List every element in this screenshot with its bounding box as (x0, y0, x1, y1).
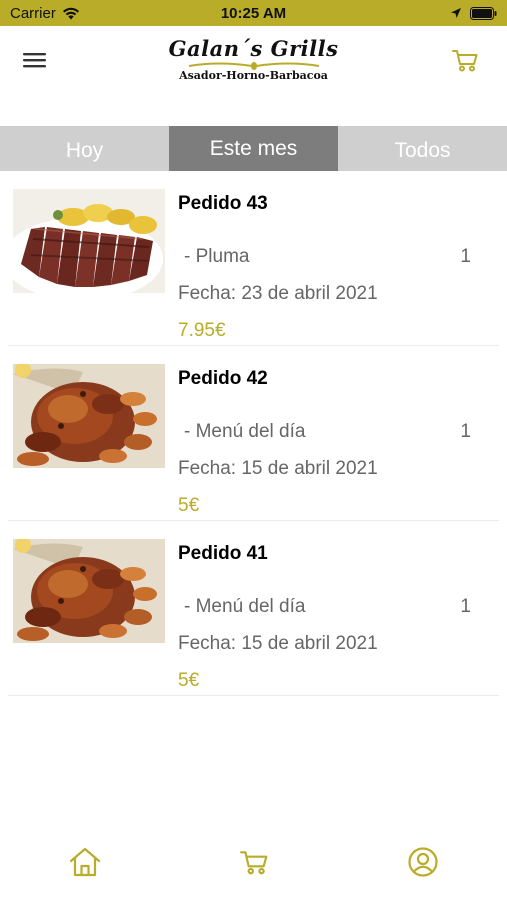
logo-title: Galan´s Grills (168, 36, 339, 61)
order-item-quantity: 1 (460, 596, 471, 617)
profile-icon (407, 847, 438, 877)
roast-chicken-image (13, 539, 165, 643)
order-item-name: - Menú del día (184, 596, 306, 617)
wifi-icon (62, 7, 79, 19)
status-left: Carrier (10, 5, 80, 22)
status-right (450, 6, 497, 20)
bottom-nav (0, 808, 507, 900)
order-item-quantity: 1 (460, 246, 471, 267)
order-price: 5€ (178, 495, 200, 516)
order-date: Fecha: 15 de abril 2021 (178, 458, 378, 479)
status-bar: Carrier 10:25 AM (0, 0, 507, 26)
orders-list: Pedido 43 - Pluma 1 Fecha: 23 de abril 2… (0, 171, 507, 696)
order-title: Pedido 43 (178, 193, 268, 214)
nav-profile[interactable] (403, 844, 443, 880)
nav-cart[interactable] (234, 844, 274, 880)
app-header: Galan´s Grills Asador-Horno-Barbacoa (0, 26, 507, 126)
order-date: Fecha: 15 de abril 2021 (178, 633, 378, 654)
order-item-name: - Menú del día (184, 421, 306, 442)
location-arrow-icon (451, 8, 461, 18)
tab-hoy[interactable]: Hoy (0, 126, 169, 171)
order-price: 5€ (178, 670, 200, 691)
home-icon (69, 847, 100, 877)
order-card[interactable]: Pedido 43 - Pluma 1 Fecha: 23 de abril 2… (8, 171, 499, 346)
order-price: 7.95€ (178, 320, 226, 341)
carrier-label: Carrier (10, 4, 56, 22)
cart-icon[interactable] (451, 46, 479, 74)
brand-logo: Galan´s Grills Asador-Horno-Barbacoa (0, 36, 507, 82)
order-title: Pedido 42 (178, 368, 268, 389)
order-title: Pedido 41 (178, 543, 268, 564)
order-item-name: - Pluma (184, 246, 250, 267)
period-tabs: Hoy Este mes Todos (0, 126, 507, 171)
tab-este-mes[interactable]: Este mes (169, 126, 338, 171)
steak-plate-image (13, 189, 165, 293)
tab-todos[interactable]: Todos (338, 126, 507, 171)
cart-icon (239, 851, 267, 875)
order-card[interactable]: Pedido 41 - Menú del día 1 Fecha: 15 de … (8, 521, 499, 696)
battery-icon (470, 6, 497, 20)
logo-subtitle: Asador-Horno-Barbacoa (179, 69, 328, 82)
nav-home[interactable] (65, 844, 105, 880)
order-item-quantity: 1 (460, 421, 471, 442)
order-date: Fecha: 23 de abril 2021 (178, 283, 378, 304)
roast-chicken-image (13, 364, 165, 468)
order-card[interactable]: Pedido 42 - Menú del día 1 Fecha: 15 de … (8, 346, 499, 521)
